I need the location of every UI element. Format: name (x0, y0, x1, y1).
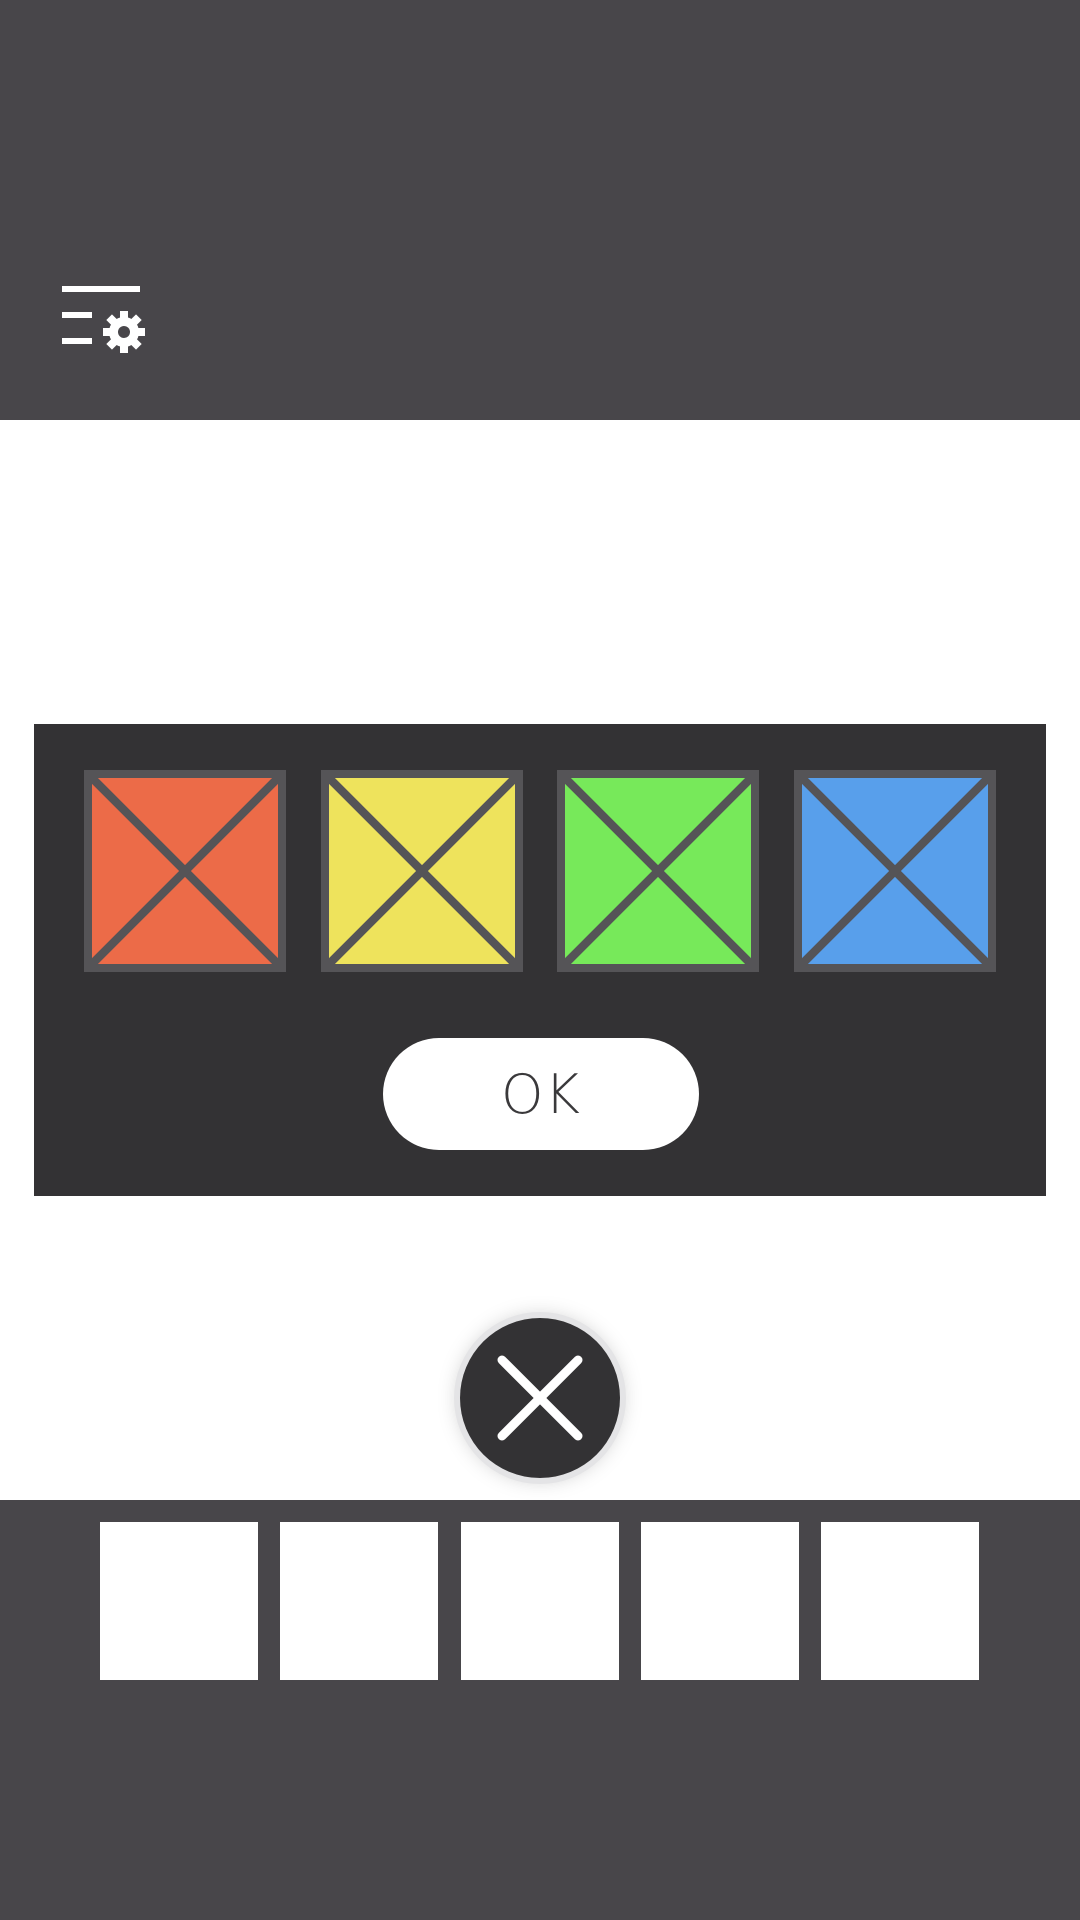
close-button[interactable] (460, 1318, 620, 1478)
ok-button[interactable]: OK (383, 1038, 699, 1150)
color-tile-yellow[interactable] (321, 770, 523, 972)
cross-mark (802, 778, 988, 964)
inventory-slot-4[interactable] (641, 1522, 799, 1680)
menu-settings-button[interactable] (58, 282, 148, 358)
inventory-bar (0, 1500, 1080, 1920)
inventory-slot-5[interactable] (821, 1522, 979, 1680)
close-icon (460, 1318, 620, 1478)
scene-area: OK (0, 420, 1080, 1500)
inventory-slot-1[interactable] (100, 1522, 258, 1680)
header-bar (0, 0, 1080, 420)
color-tile-red[interactable] (84, 770, 286, 972)
menu-settings-icon (62, 286, 145, 353)
inventory-slot-2[interactable] (280, 1522, 438, 1680)
color-puzzle-panel: OK (34, 724, 1046, 1196)
color-tile-green[interactable] (557, 770, 759, 972)
cross-mark (565, 778, 751, 964)
color-tile-blue[interactable] (794, 770, 996, 972)
inventory-slot-3[interactable] (461, 1522, 619, 1680)
cross-mark (329, 778, 515, 964)
cross-mark (92, 778, 278, 964)
